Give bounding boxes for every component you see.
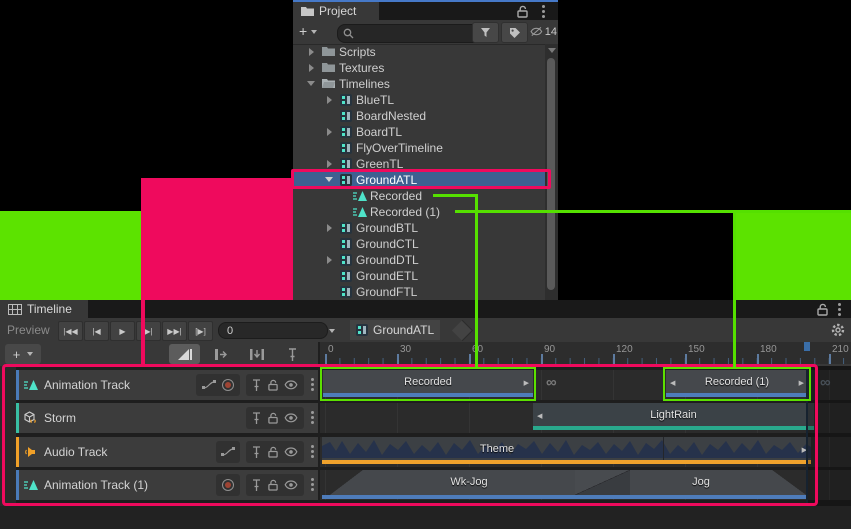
timeline-bottom-strip xyxy=(0,506,851,529)
timeline-asset-icon xyxy=(340,270,352,282)
timeline-asset-icon xyxy=(340,286,352,298)
play-range-button[interactable]: [▶] xyxy=(188,321,213,341)
timeline-ruler[interactable]: 0 30 60 90 120 150 180 210 xyxy=(320,342,851,364)
annotation-box-tracks xyxy=(2,364,818,506)
foldout-arrow[interactable] xyxy=(309,48,314,56)
animation-clip-icon xyxy=(353,191,367,201)
annotation-pink-connector xyxy=(141,300,145,364)
project-toolbar: + 14 xyxy=(293,20,558,45)
panel-menu-icon[interactable] xyxy=(838,303,841,306)
tag-icon xyxy=(509,27,521,39)
foldout-arrow[interactable] xyxy=(327,128,332,136)
timeline-transport-bar: Preview |◀◀ |◀ ▶ ▶| ▶▶| [▶] 0 GroundATL xyxy=(0,318,851,343)
hidden-count: 14 xyxy=(545,26,557,38)
search-by-label-button[interactable] xyxy=(501,22,528,43)
folder-icon xyxy=(322,62,335,72)
breadcrumb[interactable]: GroundATL xyxy=(350,320,440,340)
tree-item-groundetl[interactable]: GroundETL xyxy=(293,268,545,284)
gear-icon[interactable] xyxy=(831,323,845,337)
project-tabbar: Project xyxy=(293,2,558,20)
foldout-arrow[interactable] xyxy=(327,256,332,264)
annotation-green-block-left xyxy=(0,211,141,300)
project-panel: Project + 14 Scripts xyxy=(293,0,558,300)
replace-mode-icon xyxy=(250,349,264,360)
timeline-asset-icon xyxy=(340,142,352,154)
annotation-green-connector-1-h xyxy=(433,194,478,197)
animation-clip-icon xyxy=(353,207,367,217)
tree-item-grounddtl[interactable]: GroundDTL xyxy=(293,252,545,268)
timeline-asset-icon xyxy=(340,94,352,106)
timeline-asset-icon xyxy=(340,238,352,250)
screenshot-stage: Project + 14 Scripts xyxy=(0,0,851,529)
replace-mode-button[interactable] xyxy=(241,344,272,364)
preview-toggle[interactable]: Preview xyxy=(7,323,50,337)
timeline-window-icon xyxy=(8,304,22,315)
timeline-asset-icon xyxy=(340,110,352,122)
tree-item-timelines[interactable]: Timelines xyxy=(293,76,545,92)
annotation-green-connector-2-h xyxy=(455,210,851,213)
annotation-green-connector-1-v xyxy=(475,194,478,367)
timeline-asset-icon xyxy=(356,324,368,336)
project-tab-label: Project xyxy=(319,4,356,18)
goto-start-button[interactable]: |◀◀ xyxy=(58,321,83,341)
chevron-down-icon xyxy=(27,352,33,356)
folder-icon xyxy=(301,6,314,16)
mix-mode-icon xyxy=(178,349,192,360)
search-icon xyxy=(343,28,354,39)
tab-project[interactable]: Project xyxy=(293,2,379,20)
foldout-arrow[interactable] xyxy=(309,64,314,72)
mix-mode-button[interactable] xyxy=(169,344,200,364)
tree-item-recorded[interactable]: Recorded xyxy=(293,188,545,204)
tree-item-groundbtl[interactable]: GroundBTL xyxy=(293,220,545,236)
next-frame-button[interactable]: ▶| xyxy=(136,321,161,341)
goto-end-button[interactable]: ▶▶| xyxy=(162,321,187,341)
ripple-mode-button[interactable] xyxy=(205,344,236,364)
tree-item-scripts[interactable]: Scripts xyxy=(293,44,545,60)
breadcrumb-arrow xyxy=(452,320,473,341)
frame-field-dropdown-icon[interactable] xyxy=(329,329,335,333)
play-button[interactable]: ▶ xyxy=(110,321,135,341)
timeline-end-marker[interactable] xyxy=(804,342,810,351)
timeline-asset-icon xyxy=(340,254,352,266)
breadcrumb-label: GroundATL xyxy=(373,323,434,337)
eye-slash-icon xyxy=(530,26,543,37)
annotation-green-block-right xyxy=(733,211,851,300)
annotation-green-connector-2-v xyxy=(733,210,736,367)
timeline-tab-label: Timeline xyxy=(27,302,72,316)
timeline-asset-icon xyxy=(340,126,352,138)
filter-type-icon xyxy=(480,27,491,38)
tree-item-flyovertimeline[interactable]: FlyOverTimeline xyxy=(293,140,545,156)
foldout-arrow[interactable] xyxy=(327,224,332,232)
marker-toggle-button[interactable] xyxy=(280,344,304,364)
foldout-arrow[interactable] xyxy=(327,160,332,168)
add-track-button[interactable]: + xyxy=(5,344,41,364)
tree-item-textures[interactable]: Textures xyxy=(293,60,545,76)
lock-icon[interactable] xyxy=(517,5,528,18)
timeline-tabbar: Timeline xyxy=(0,300,851,318)
hidden-count-button[interactable]: 14 xyxy=(530,22,557,41)
search-input[interactable] xyxy=(337,24,491,43)
timeline-asset-icon xyxy=(340,222,352,234)
folder-open-icon xyxy=(322,78,335,88)
foldout-arrow[interactable] xyxy=(307,81,315,86)
search-by-type-button[interactable] xyxy=(472,22,499,43)
tree-item-boardnested[interactable]: BoardNested xyxy=(293,108,545,124)
panel-menu-icon[interactable] xyxy=(542,5,545,8)
frame-field[interactable]: 0 xyxy=(218,322,328,339)
pin-icon xyxy=(288,348,297,361)
annotation-magenta-block xyxy=(141,178,293,300)
create-asset-button[interactable]: + xyxy=(299,23,317,39)
tab-timeline[interactable]: Timeline xyxy=(0,300,88,318)
tree-item-groundctl[interactable]: GroundCTL xyxy=(293,236,545,252)
tree-item-boardtl[interactable]: BoardTL xyxy=(293,124,545,140)
chevron-down-icon xyxy=(311,30,317,34)
ripple-mode-icon xyxy=(214,349,228,360)
annotation-box-groundatl xyxy=(291,169,551,189)
tree-item-bluetl[interactable]: BlueTL xyxy=(293,92,545,108)
folder-icon xyxy=(322,46,335,56)
tree-item-groundftl[interactable]: GroundFTL xyxy=(293,284,545,300)
foldout-arrow[interactable] xyxy=(327,96,332,104)
previous-frame-button[interactable]: |◀ xyxy=(84,321,109,341)
lock-icon[interactable] xyxy=(817,303,828,316)
